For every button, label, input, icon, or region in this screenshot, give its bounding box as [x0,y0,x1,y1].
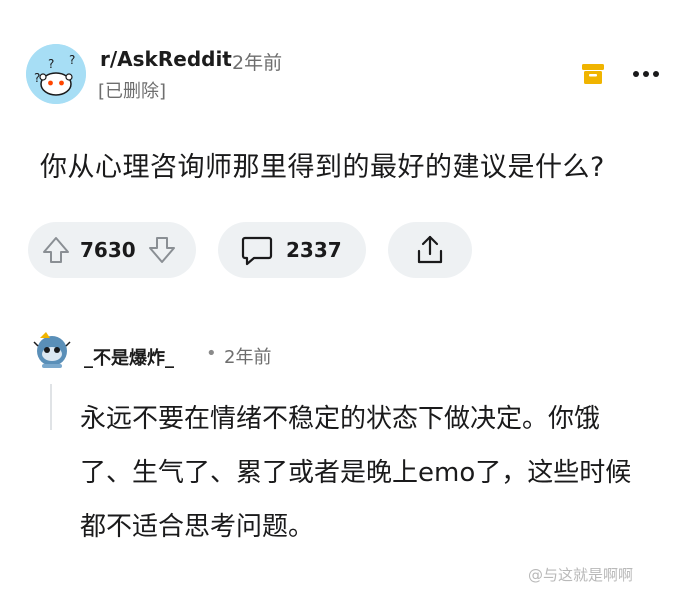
svg-text:?: ? [69,53,75,67]
vote-bar: 7630 [28,222,196,278]
comment-time: 2年前 [224,347,272,368]
post-author[interactable]: [已删除] [98,77,166,103]
post-page: ? ? ? r/AskReddit 2年前 [已删除] 你从心理咨询师那里得到的… [0,0,690,590]
thread-line[interactable] [50,384,52,430]
svg-text:?: ? [34,71,40,85]
archive-icon [580,62,606,86]
subreddit-name[interactable]: r/AskReddit [100,47,232,71]
upvote-count: 7630 [80,238,136,262]
comments-button[interactable]: 2337 [218,222,366,278]
comment-count: 2337 [286,238,342,262]
meta-separator: • [206,343,217,364]
comment-bubble-icon [240,233,274,267]
svg-text:?: ? [48,57,54,71]
downvote-arrow-icon[interactable] [146,234,178,266]
upvote-arrow-icon[interactable] [40,234,72,266]
snoo-icon: ? ? ? [26,44,86,104]
share-button[interactable] [388,222,472,278]
watermark: @与这就是啊啊 [528,566,634,584]
share-icon [413,233,447,267]
comment-avatar[interactable] [30,326,74,370]
post-time: 2年前 [232,52,283,74]
comment-author[interactable]: _不是爆炸_ [84,344,174,370]
subreddit-avatar[interactable]: ? ? ? [26,44,86,104]
post-title[interactable]: 你从心理咨询师那里得到的最好的建议是什么? [40,145,605,184]
more-options-icon[interactable] [632,66,660,80]
comment-body: 永远不要在情绪不稳定的状态下做决定。你饿了、生气了、累了或者是晚上emo了，这些… [80,404,632,542]
